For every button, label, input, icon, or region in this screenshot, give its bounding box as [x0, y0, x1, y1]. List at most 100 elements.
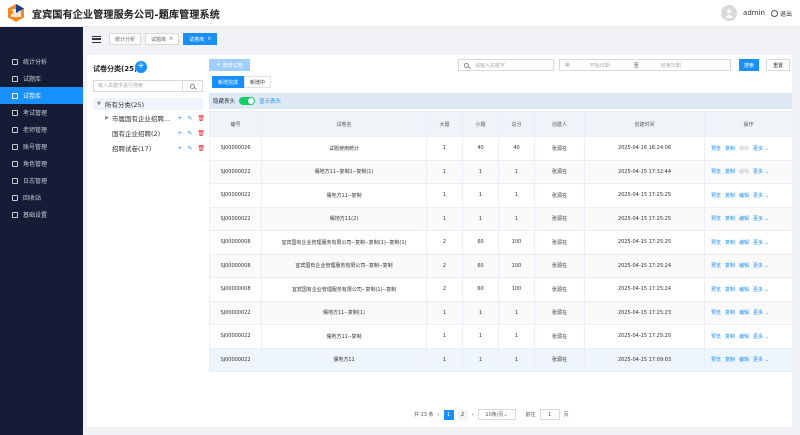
chevron-down-icon[interactable]: ⌄: [763, 240, 769, 246]
copy-button[interactable]: 复制: [725, 193, 735, 199]
goto-page-input[interactable]: 1: [539, 409, 560, 420]
more-button[interactable]: 更多: [753, 310, 763, 316]
sidebar-item[interactable]: 统计分析: [0, 53, 83, 70]
add-icon[interactable]: +: [177, 145, 182, 152]
tree-node[interactable]: 国有企业招聘(2) + ✎ 🗑: [112, 127, 205, 139]
preview-button[interactable]: 预览: [711, 146, 721, 152]
more-button[interactable]: 更多: [753, 357, 763, 363]
sidebar-item[interactable]: 账号管理: [0, 138, 83, 155]
date-range-picker[interactable]: ▦ 开始日期 至 结束日期: [559, 59, 731, 71]
edit-button[interactable]: 编辑: [739, 169, 749, 175]
copy-button[interactable]: 复制: [725, 310, 735, 316]
chevron-down-icon[interactable]: ⌄: [763, 287, 769, 293]
sidebar-item[interactable]: 试题库: [0, 70, 83, 87]
tab-in-progress[interactable]: 新增中: [244, 76, 272, 88]
edit-button[interactable]: 编辑: [739, 193, 749, 199]
chevron-down-icon[interactable]: ⌄: [763, 310, 769, 316]
page-size-select[interactable]: 10条/页 ⌄: [477, 409, 516, 420]
prev-page-button[interactable]: ‹: [438, 412, 440, 418]
copy-button[interactable]: 复制: [725, 216, 735, 222]
tree-node[interactable]: 招聘试卷(17) + ✎ 🗑: [112, 142, 205, 154]
sidebar-item[interactable]: 日志管理: [0, 172, 83, 189]
more-button[interactable]: 更多: [753, 334, 763, 340]
preview-button[interactable]: 预览: [711, 169, 721, 175]
preview-button[interactable]: 预览: [711, 357, 721, 363]
chevron-down-icon[interactable]: ⌄: [763, 169, 769, 175]
edit-button[interactable]: 编辑: [739, 334, 749, 340]
chevron-down-icon[interactable]: ⌄: [763, 146, 769, 152]
tab-question-bank[interactable]: 试题库 ×: [145, 33, 180, 45]
preview-button[interactable]: 预览: [711, 310, 721, 316]
preview-button[interactable]: 预览: [711, 240, 721, 246]
logout-button[interactable]: 退出: [770, 9, 792, 18]
tree-root[interactable]: ▼ 所有分类(25): [93, 98, 203, 110]
delete-icon[interactable]: 🗑: [197, 130, 205, 137]
copy-button[interactable]: 复制: [725, 240, 735, 246]
page-button[interactable]: 2: [457, 409, 468, 420]
chevron-down-icon[interactable]: ⌄: [763, 357, 769, 363]
chevron-down-icon[interactable]: ⌄: [763, 193, 769, 199]
copy-button[interactable]: 复制: [725, 287, 735, 293]
more-button[interactable]: 更多: [753, 287, 763, 293]
sidebar-item[interactable]: 考试管理: [0, 104, 83, 121]
edit-icon[interactable]: ✎: [187, 130, 192, 137]
tree-node[interactable]: ▶ 市属国有企业招聘... + ✎ 🗑: [105, 112, 205, 124]
sidebar-item[interactable]: 角色管理: [0, 155, 83, 172]
caret-down-icon[interactable]: ▼: [97, 101, 101, 107]
copy-button[interactable]: 复制: [725, 334, 735, 340]
more-button[interactable]: 更多: [753, 263, 763, 269]
more-button[interactable]: 更多: [753, 146, 763, 152]
next-page-button[interactable]: ›: [472, 412, 474, 418]
edit-icon[interactable]: ✎: [187, 145, 192, 152]
tab-paper-bank[interactable]: 试卷库 ×: [183, 33, 218, 45]
page-button[interactable]: 1: [443, 409, 454, 420]
tab-completed[interactable]: 新增完成: [212, 76, 245, 88]
edit-button[interactable]: 编辑: [739, 357, 749, 363]
more-button[interactable]: 更多: [753, 216, 763, 222]
chevron-down-icon[interactable]: ⌄: [763, 334, 769, 340]
preview-button[interactable]: 预览: [711, 216, 721, 222]
edit-button[interactable]: 编辑: [739, 263, 749, 269]
keyword-input[interactable]: 请输入关键字: [458, 59, 554, 71]
category-search-button[interactable]: [182, 81, 202, 91]
more-button[interactable]: 更多: [753, 193, 763, 199]
search-button[interactable]: 搜索: [739, 59, 759, 71]
user-avatar[interactable]: [721, 5, 738, 21]
delete-icon[interactable]: 🗑: [197, 145, 205, 152]
user-name[interactable]: admin: [743, 9, 765, 17]
copy-button[interactable]: 复制: [725, 169, 735, 175]
copy-button[interactable]: 复制: [725, 146, 735, 152]
menu-toggle-icon[interactable]: [92, 35, 101, 43]
more-button[interactable]: 更多: [753, 169, 763, 175]
header-toggle-switch[interactable]: [239, 97, 256, 105]
edit-button[interactable]: 编辑: [739, 310, 749, 316]
chevron-down-icon[interactable]: ⌄: [763, 263, 769, 269]
edit-button[interactable]: 编辑: [739, 240, 749, 246]
add-icon[interactable]: +: [177, 130, 182, 137]
sidebar-item[interactable]: 基础设置: [0, 206, 83, 223]
preview-button[interactable]: 预览: [711, 287, 721, 293]
sidebar-item[interactable]: 回收站: [0, 189, 83, 206]
more-button[interactable]: 更多: [753, 240, 763, 246]
caret-right-icon[interactable]: ▶: [105, 115, 109, 121]
close-icon[interactable]: ×: [169, 36, 173, 42]
sidebar-item[interactable]: 试卷库: [0, 87, 83, 104]
copy-button[interactable]: 复制: [725, 357, 735, 363]
preview-button[interactable]: 预览: [711, 193, 721, 199]
edit-button[interactable]: 编辑: [739, 287, 749, 293]
copy-button[interactable]: 复制: [725, 263, 735, 269]
add-icon[interactable]: +: [177, 115, 182, 122]
reset-button[interactable]: 重置: [766, 59, 790, 71]
edit-button[interactable]: 编辑: [739, 146, 749, 152]
sidebar-item[interactable]: 老师管理: [0, 121, 83, 138]
chevron-down-icon[interactable]: ⌄: [763, 216, 769, 222]
edit-icon[interactable]: ✎: [187, 115, 192, 122]
new-paper-button[interactable]: + 新增试卷: [209, 59, 250, 71]
close-icon[interactable]: ×: [207, 36, 211, 42]
add-category-button[interactable]: +: [135, 61, 147, 73]
tab-statistics[interactable]: 统计分析: [109, 33, 142, 45]
edit-button[interactable]: 编辑: [739, 216, 749, 222]
delete-icon[interactable]: 🗑: [197, 115, 205, 122]
preview-button[interactable]: 预览: [711, 263, 721, 269]
preview-button[interactable]: 预览: [711, 334, 721, 340]
